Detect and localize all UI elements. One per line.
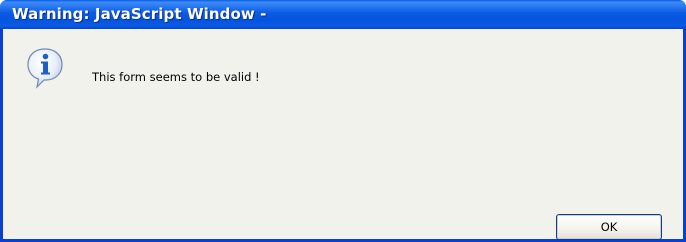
dialog-message: This form seems to be valid ! [92,70,260,84]
dialog-body: This form seems to be valid ! OK [3,29,683,240]
window-title: Warning: JavaScript Window - [12,5,267,23]
ok-button[interactable]: OK [556,214,662,240]
info-icon [27,48,63,89]
alert-dialog: Warning: JavaScript Window - This form s… [0,0,686,242]
title-bar[interactable]: Warning: JavaScript Window - [0,0,686,29]
